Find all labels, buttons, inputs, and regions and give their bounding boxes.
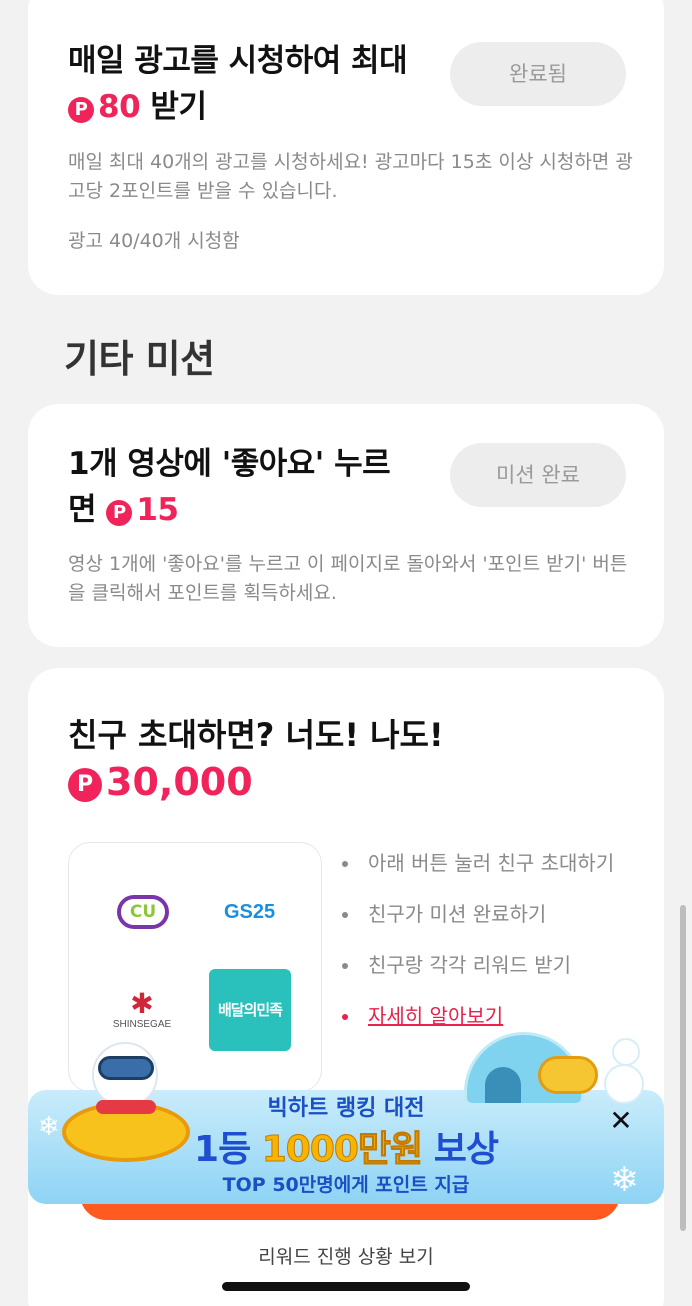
mission-complete-button[interactable]: 미션 완료 xyxy=(450,443,626,507)
banner-prize-amount: 1000만원 xyxy=(261,1129,423,1171)
daily-ad-mission-title: 매일 광고를 시청하여 최대 P 80 받기 xyxy=(68,38,418,130)
goggle xyxy=(98,1056,154,1080)
reward-progress-link[interactable]: 리워드 진행 상황 보기 xyxy=(28,1242,664,1269)
daily-ad-title-prefix: 매일 광고를 시청하여 최대 xyxy=(68,43,408,79)
banner-prize: 1등 1000만원 보상 xyxy=(28,1120,664,1172)
invite-step: 친구가 미션 완료하기 xyxy=(340,899,640,929)
like-mission-card: 1개 영상에 '좋아요' 누르면 P 15 미션 완료 영상 1개에 '좋아요'를… xyxy=(28,404,664,647)
snowman-head-icon xyxy=(612,1038,640,1066)
coins-icon xyxy=(538,1056,598,1094)
invite-step: 아래 버튼 눌러 친구 초대하기 xyxy=(340,848,640,878)
daily-ad-description: 매일 최대 40개의 광고를 시청하세요! 광고마다 15초 이상 시청하면 광… xyxy=(68,151,633,202)
cu-logo: CU xyxy=(117,895,169,929)
shinsegae-flower-icon: ✱ xyxy=(130,987,154,1020)
daily-ad-title-suffix: 받기 xyxy=(140,89,207,125)
invite-amount: P 30,000 xyxy=(68,760,253,804)
banner-prize-b: 보상 xyxy=(422,1129,499,1170)
banner-prize-a: 1등 xyxy=(194,1129,262,1170)
banner-subtext: TOP 50만명에게 포인트 지급 xyxy=(222,1174,470,1196)
close-icon[interactable]: ✕ xyxy=(606,1106,636,1136)
invite-steps: 아래 버튼 눌러 친구 초대하기 친구가 미션 완료하기 친구랑 각각 리워드 … xyxy=(340,848,640,1052)
point-icon: P xyxy=(68,768,102,802)
point-icon: P xyxy=(106,500,133,526)
section-title: 기타 미션 xyxy=(64,337,215,381)
invite-step: 친구랑 각각 리워드 받기 xyxy=(340,950,640,980)
daily-ad-points: 80 xyxy=(98,89,141,125)
point-icon: P xyxy=(68,97,94,123)
shinsegae-logo-text: SHINSEGAE xyxy=(112,1019,172,1030)
home-indicator[interactable] xyxy=(222,1282,470,1291)
promo-banner[interactable]: ❄ ❄ 빅하트 랭킹 대전 1등 1000만원 보상 TOP 50만명에게 포인… xyxy=(28,1032,664,1204)
shinsegae-logo: ✱ SHINSEGAE xyxy=(109,987,175,1031)
scrollbar[interactable] xyxy=(680,905,686,1231)
banner-headline: 빅하트 랭킹 대전 xyxy=(267,1096,425,1121)
invite-card: 친구 초대하면? 너도! 나도! P 30,000 CU GS25 ✱ SHINS… xyxy=(28,668,664,1306)
daily-ad-mission-card: 매일 광고를 시청하여 최대 P 80 받기 완료됨 매일 최대 40개의 광고를… xyxy=(28,0,664,295)
completed-button[interactable]: 완료됨 xyxy=(450,42,626,106)
learn-more-link[interactable]: 자세히 알아보기 xyxy=(340,1001,640,1031)
invite-title: 친구 초대하면? 너도! 나도! xyxy=(68,716,444,754)
invite-amount-value: 30,000 xyxy=(106,760,253,804)
like-points: 15 xyxy=(136,492,179,528)
gs25-logo: GS25 xyxy=(224,901,276,923)
daily-ad-progress: 광고 40/40개 시청함 xyxy=(68,230,240,252)
like-mission-title: 1개 영상에 '좋아요' 누르면 P 15 xyxy=(68,441,418,533)
baemin-logo: 배달의민족 xyxy=(209,969,291,1051)
like-mission-description: 영상 1개에 '좋아요'를 누르고 이 페이지로 돌아와서 '포인트 받기' 버… xyxy=(68,553,628,604)
